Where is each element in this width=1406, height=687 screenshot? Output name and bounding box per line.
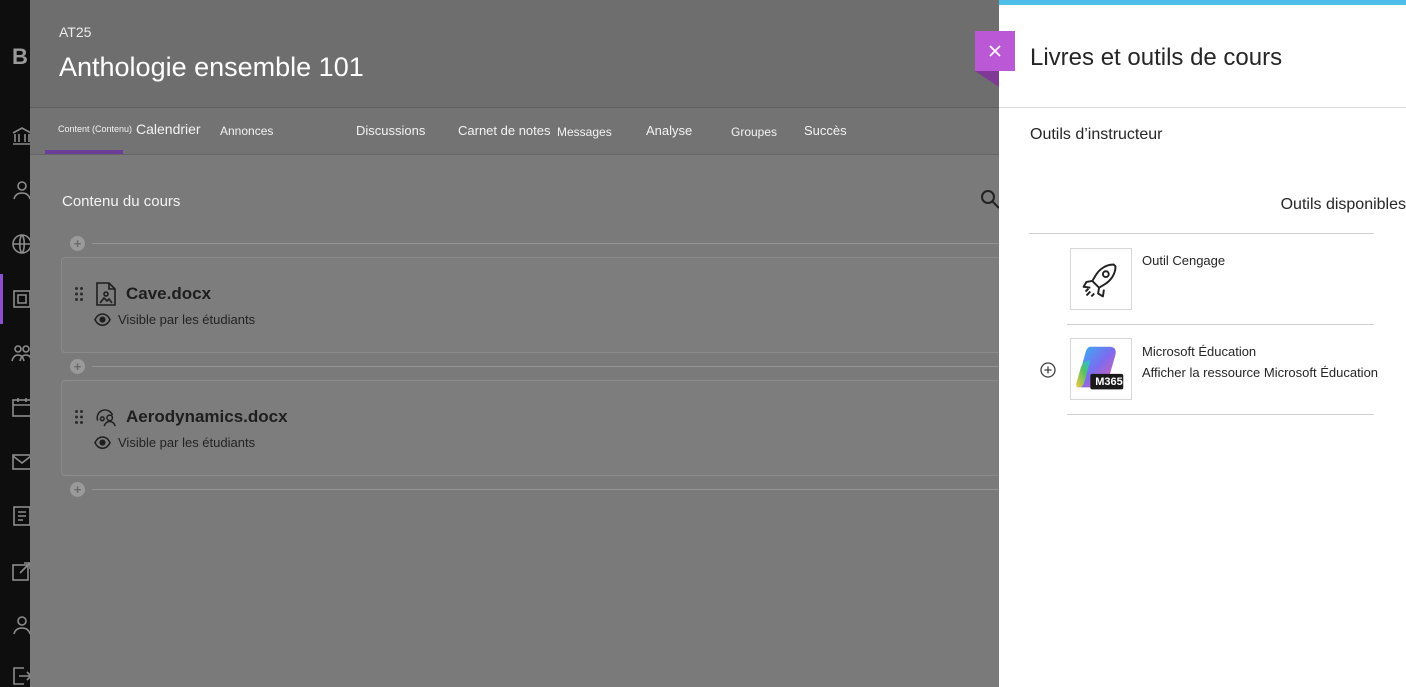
add-circle-icon[interactable] — [1040, 362, 1056, 378]
tab-groups[interactable]: Groupes — [731, 125, 777, 139]
drag-handle-icon[interactable] — [74, 409, 84, 425]
tab-content[interactable]: Content (Contenu) — [58, 124, 132, 134]
item-title[interactable]: Aerodynamics.docx — [126, 407, 288, 427]
tab-gradebook[interactable]: Carnet de notes — [458, 123, 551, 138]
panel-accent-bar — [999, 0, 1406, 5]
content-item[interactable]: Aerodynamics.docx Visible par les étudia… — [61, 380, 999, 476]
add-icon[interactable]: + — [70, 359, 85, 374]
content-item[interactable]: Cave.docx Visible par les étudiants — [61, 257, 999, 353]
document-people-icon — [94, 404, 118, 430]
tab-announcements[interactable]: Annonces — [220, 124, 273, 138]
search-icon[interactable] — [980, 189, 1000, 209]
eye-icon[interactable] — [94, 436, 111, 450]
eye-icon[interactable] — [94, 313, 111, 327]
add-content-row[interactable]: + — [70, 236, 999, 252]
course-tabs: Content (Contenu) Calendrier Annonces Di… — [30, 108, 999, 155]
section-title: Contenu du cours — [62, 193, 181, 210]
tool-item-cengage[interactable]: Outil Cengage — [1067, 234, 1374, 325]
course-header: AT25 Anthologie ensemble 101 — [30, 0, 999, 108]
add-icon[interactable]: + — [70, 482, 85, 497]
close-icon[interactable] — [987, 43, 1003, 59]
books-tools-panel: Livres et outils de cours Outils d’instr… — [999, 0, 1406, 687]
course-code: AT25 — [59, 24, 92, 40]
m365-logo: M365 — [1070, 338, 1132, 400]
available-tools-heading: Outils disponibles — [1280, 196, 1406, 213]
visibility-label: Visible par les étudiants — [118, 435, 256, 450]
tool-description[interactable]: Afficher la ressource Microsoft Éducatio… — [1142, 365, 1378, 380]
panel-title: Livres et outils de cours — [1030, 44, 1283, 71]
course-view: AT25 Anthologie ensemble 101 Content (Co… — [30, 0, 1000, 687]
close-button-tail — [975, 71, 999, 87]
item-title[interactable]: Cave.docx — [126, 284, 211, 304]
course-title: Anthologie ensemble 101 — [59, 52, 364, 82]
tool-name[interactable]: Microsoft Éducation — [1142, 344, 1256, 359]
active-tab-indicator — [45, 150, 123, 154]
app-rail: B — [0, 0, 33, 687]
close-button[interactable] — [975, 31, 1015, 71]
tab-messages[interactable]: Messages — [557, 125, 612, 139]
tab-calendar[interactable]: Calendrier — [136, 121, 201, 137]
tool-item-microsoft-education[interactable]: M365 Microsoft Éducation Afficher la res… — [1067, 324, 1378, 415]
tab-analytics[interactable]: Analyse — [646, 123, 692, 138]
add-icon[interactable]: + — [70, 236, 85, 251]
document-image-icon — [94, 281, 118, 307]
add-content-row[interactable]: + — [70, 359, 999, 375]
divider — [999, 107, 1406, 108]
add-content-row[interactable]: + — [70, 482, 999, 498]
rocket-icon — [1070, 248, 1132, 310]
tab-achievements[interactable]: Succès — [804, 123, 847, 138]
tool-name[interactable]: Outil Cengage — [1142, 253, 1225, 268]
active-indicator — [0, 274, 3, 324]
course-content: Contenu du cours + Cave.docx Visible par… — [30, 155, 1000, 687]
m365-logo-text: M365 — [1095, 376, 1123, 388]
tab-discussions[interactable]: Discussions — [356, 123, 425, 138]
visibility-label: Visible par les étudiants — [118, 312, 256, 327]
drag-handle-icon[interactable] — [74, 286, 84, 302]
brand-logo: B — [12, 44, 28, 69]
instructor-tools-heading: Outils d’instructeur — [1030, 126, 1163, 143]
